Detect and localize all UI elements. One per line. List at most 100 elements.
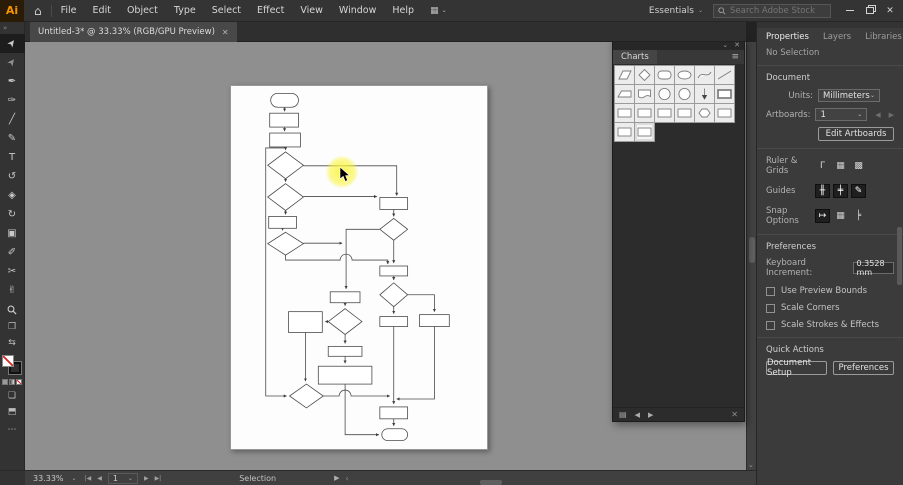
panel-menu-icon[interactable]: ≡ <box>731 52 744 62</box>
flowchart-shape-diamond[interactable] <box>379 282 409 308</box>
menu-select[interactable]: Select <box>212 5 241 16</box>
perspective-tool[interactable]: ⇆ <box>0 335 25 351</box>
keyboard-increment-input[interactable]: 0.3528 mm <box>852 259 894 277</box>
chart-thumbnail-circle[interactable] <box>654 84 675 104</box>
flowchart-connector[interactable] <box>407 294 436 312</box>
menu-effect[interactable]: Effect <box>257 5 284 16</box>
next-artboard-icon[interactable]: ▶ <box>889 111 894 119</box>
snap-to-pixel-icon[interactable]: ╞ <box>851 209 866 223</box>
zoom-level-dropdown[interactable]: 33.33% ⌄ <box>25 474 85 483</box>
artboard-number-dropdown[interactable]: 1 ⌄ <box>107 472 138 484</box>
flowchart-shape-rect[interactable] <box>327 345 363 357</box>
flowchart-connector[interactable] <box>396 326 435 401</box>
chart-thumbnail-rect[interactable] <box>614 122 635 142</box>
line-segment-tool[interactable]: ╱ <box>0 110 25 129</box>
horizontal-scrollbar-thumb[interactable] <box>480 480 502 485</box>
flowchart-connector[interactable] <box>323 389 391 398</box>
chart-thumbnail-hexagon[interactable] <box>694 103 715 123</box>
next-icon[interactable]: ▶ <box>648 411 653 419</box>
last-artboard-icon[interactable]: ▶| <box>155 475 162 482</box>
fill-stroke-swatches[interactable] <box>2 355 22 375</box>
flowchart-shape-rect[interactable] <box>288 311 323 333</box>
flowchart-shape-diamond[interactable] <box>266 231 305 256</box>
chart-thumbnail-rect[interactable] <box>634 103 655 123</box>
previous-icon[interactable]: ◀ <box>635 411 640 419</box>
search-input[interactable] <box>730 5 826 16</box>
flowchart-shape-rect[interactable] <box>419 314 450 327</box>
smart-guides-icon[interactable]: ✎ <box>851 184 866 198</box>
flowchart-shape-diamond[interactable] <box>267 183 305 211</box>
corner-ruler-icon[interactable]: Γ <box>815 159 830 173</box>
paintbrush-tool[interactable]: ✎ <box>0 129 25 148</box>
pen-tool[interactable]: ✒ <box>0 72 25 91</box>
flowchart-connector[interactable] <box>344 228 380 290</box>
selection-tool[interactable]: ➤ <box>0 34 25 53</box>
free-transform-tool[interactable]: ↻ <box>0 205 25 224</box>
eraser-tool[interactable]: ◈ <box>0 186 25 205</box>
adobe-stock-search[interactable] <box>713 3 831 18</box>
chart-thumbnail-curve[interactable] <box>694 65 715 85</box>
hand-tool[interactable]: ✌ <box>0 281 25 300</box>
chart-thumbnail-rect-bold[interactable] <box>714 84 735 104</box>
show-guides-icon[interactable]: ╫ <box>815 184 830 198</box>
checkbox-scale-strokes-effects[interactable] <box>766 320 775 330</box>
units-dropdown[interactable]: Millimeters ⌄ <box>818 89 880 102</box>
flowchart-shape-stadium[interactable] <box>270 92 299 108</box>
menu-object[interactable]: Object <box>127 5 158 16</box>
document-setup-button[interactable]: Document Setup <box>766 358 827 378</box>
workspace-switcher[interactable]: Essentials ⌄ <box>649 6 703 16</box>
flowchart-shape-rect[interactable] <box>379 406 409 420</box>
preferences-button[interactable]: Preferences <box>833 361 894 375</box>
menu-window[interactable]: Window <box>339 5 376 16</box>
rotate-tool[interactable]: ↺ <box>0 167 25 186</box>
checkbox-use-preview-bounds[interactable] <box>766 286 775 296</box>
flowchart-shape-diamond[interactable] <box>379 217 409 241</box>
tab-libraries[interactable]: Libraries <box>865 32 902 42</box>
chart-thumbnail-rect[interactable] <box>714 103 735 123</box>
flowchart-shape-rect[interactable] <box>379 265 409 277</box>
snap-to-point-icon[interactable]: ↦ <box>815 209 830 223</box>
toolbar-collapse-icon[interactable]: » <box>0 22 7 34</box>
chart-thumbnail-rect-selected[interactable] <box>634 122 655 142</box>
artboards-dropdown[interactable]: 1 ⌄ <box>815 108 868 121</box>
flowchart-shape-rect[interactable] <box>269 112 299 128</box>
home-icon[interactable]: ⌂ <box>34 4 42 18</box>
flowchart-connector[interactable] <box>303 165 399 196</box>
scissors-tool[interactable]: ✂ <box>0 262 25 281</box>
flowchart-shape-rect[interactable] <box>269 132 301 148</box>
chart-thumbnail-line[interactable] <box>714 65 735 85</box>
chart-thumbnail-trapezoid[interactable] <box>614 84 635 104</box>
flowchart-shape-stadium[interactable] <box>381 428 409 442</box>
flowchart-shape-rect[interactable] <box>268 216 297 229</box>
restore-button[interactable] <box>861 3 879 19</box>
tab-properties[interactable]: Properties <box>766 32 809 42</box>
chart-thumbnail-circle[interactable] <box>674 84 695 104</box>
vertical-scrollbar-thumb[interactable] <box>749 237 755 263</box>
flowchart-shape-diamond[interactable] <box>288 383 324 409</box>
document-tab[interactable]: Untitled-3* @ 33.33% (RGB/GPU Preview) ✕ <box>30 22 237 42</box>
chart-thumbnail-rect[interactable] <box>614 103 635 123</box>
grid-icon[interactable]: ▦ <box>833 159 848 173</box>
flowchart-connector[interactable] <box>285 253 390 265</box>
artboard-tool[interactable]: ❒ <box>0 319 25 335</box>
chart-thumbnail-parallelogram[interactable] <box>614 65 635 85</box>
chart-thumbnail-rect[interactable] <box>654 103 675 123</box>
gradient-mode-button[interactable] <box>9 379 15 385</box>
flowchart-shape-rect[interactable] <box>379 316 409 327</box>
first-artboard-icon[interactable]: |◀ <box>85 475 92 482</box>
chart-thumbnail-rect[interactable] <box>674 103 695 123</box>
pixel-grid-icon[interactable]: ▩ <box>851 159 866 173</box>
minimize-button[interactable] <box>841 3 859 19</box>
flowchart-shape-rect[interactable] <box>379 197 409 210</box>
lock-guides-icon[interactable]: ╪ <box>833 184 848 198</box>
chart-thumbnail-arrow-down[interactable] <box>694 84 715 104</box>
menu-edit[interactable]: Edit <box>93 5 111 16</box>
menu-type[interactable]: Type <box>174 5 196 16</box>
flowchart-artwork[interactable] <box>231 86 487 449</box>
flowchart-shape-diamond[interactable] <box>327 308 363 335</box>
draw-mode-button[interactable]: ❏ <box>0 388 25 404</box>
checkbox-scale-corners[interactable] <box>766 303 775 313</box>
more-tools-button[interactable]: ⋯ <box>0 422 25 438</box>
close-button[interactable]: ✕ <box>881 3 899 19</box>
menu-help[interactable]: Help <box>392 5 414 16</box>
